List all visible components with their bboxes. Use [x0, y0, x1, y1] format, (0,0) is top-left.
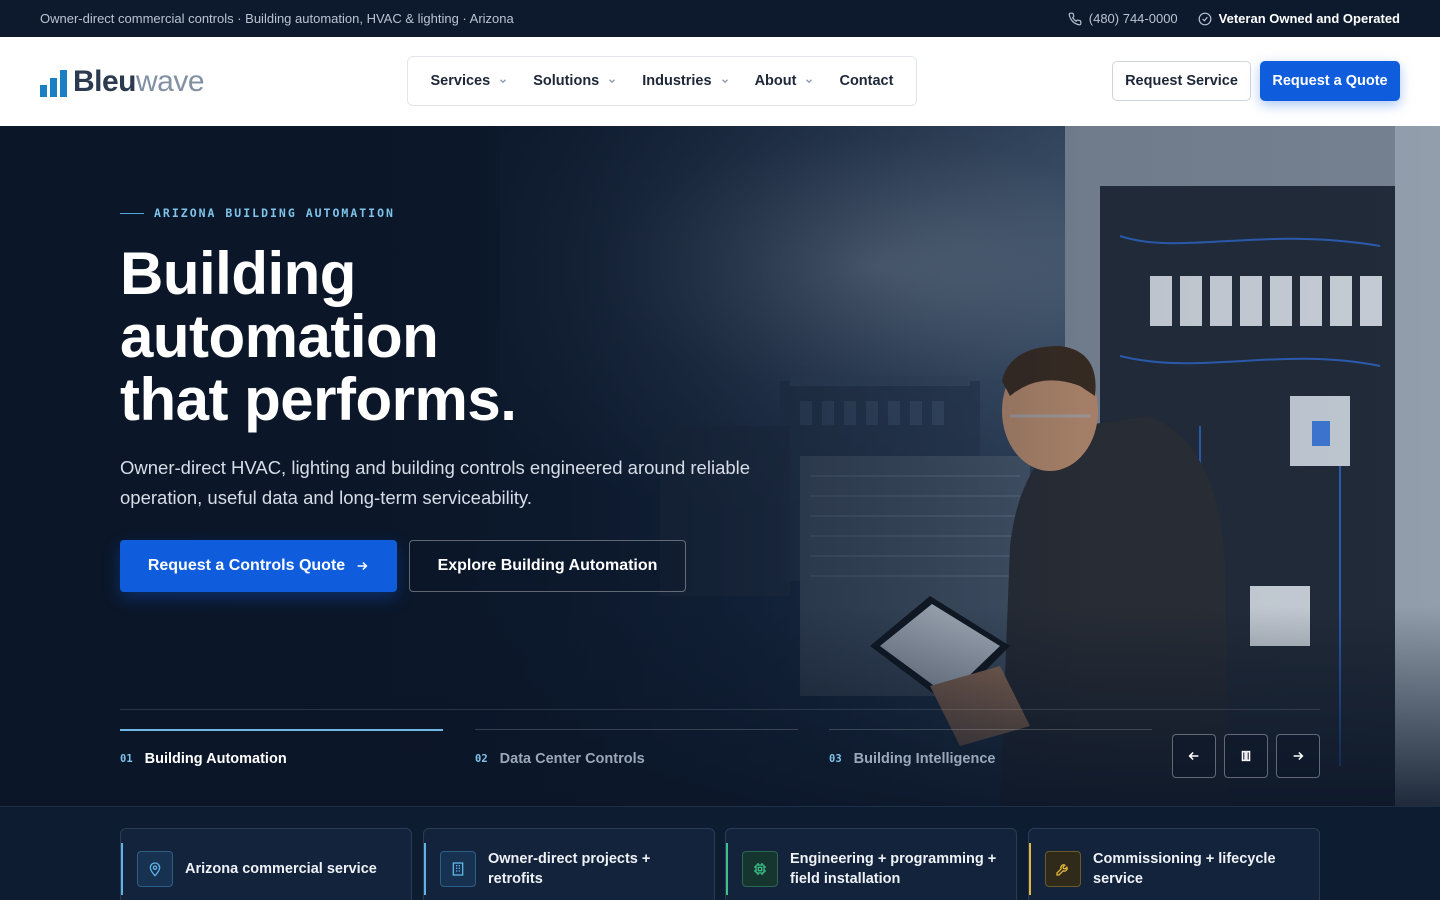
hero-title-line-1: Building	[120, 240, 356, 307]
chevron-down-icon	[806, 79, 813, 84]
slide-next-button[interactable]	[1276, 734, 1320, 778]
logo-text: Bleuwave	[73, 65, 205, 98]
hero-title-line-2: automation	[120, 303, 439, 370]
request-quote-button[interactable]: Request a Quote	[1260, 61, 1400, 101]
hero-title-line-3: that performs.	[120, 366, 517, 433]
hero-subtitle: Owner-direct HVAC, lighting and building…	[120, 457, 751, 508]
hero-title: Building automation that performs.	[120, 242, 720, 431]
pause-icon	[1241, 750, 1251, 762]
phone-number: (480) 744-0000	[1088, 11, 1178, 26]
feature-text: Commissioning + lifecycle service	[1093, 851, 1276, 887]
feature-card-arizona: Arizona commercial service	[120, 828, 412, 900]
slide-tab-building-intelligence[interactable]: 03 Building Intelligence	[829, 709, 1152, 789]
logo[interactable]: Bleuwave	[40, 65, 205, 99]
veteran-badge: Veteran Owned and Operated	[1198, 11, 1400, 26]
slide-tab-data-center[interactable]: 02 Data Center Controls	[475, 709, 798, 789]
phone-icon	[1068, 12, 1082, 25]
feature-card-owner-direct: Owner-direct projects + retrofits	[423, 828, 715, 900]
hero-section: ARIZONA BUILDING AUTOMATION Building aut…	[0, 126, 1440, 806]
slide-progress-bar	[829, 729, 1152, 730]
nav-item-services[interactable]: Services	[431, 73, 509, 89]
utility-tagline: Owner-direct commercial controls · Build…	[40, 11, 514, 26]
site-header: Bleuwave Services Solutions Industries A…	[0, 37, 1440, 126]
chip-icon	[742, 851, 778, 887]
nav-item-industries[interactable]: Industries	[642, 73, 729, 89]
feature-text: Arizona commercial service	[185, 861, 377, 877]
controls-quote-button[interactable]: Request a Controls Quote	[120, 540, 397, 592]
card-accent	[1029, 843, 1031, 895]
request-service-button[interactable]: Request Service	[1112, 61, 1251, 101]
slide-tab-building-automation[interactable]: 01 Building Automation	[120, 709, 443, 789]
nav-item-solutions[interactable]: Solutions	[533, 73, 617, 89]
utility-right: (480) 744-0000 Veteran Owned and Operate…	[1068, 11, 1400, 26]
main-nav: Services Solutions Industries About Cont…	[407, 56, 917, 106]
hero-eyebrow: ARIZONA BUILDING AUTOMATION	[120, 206, 395, 220]
eyebrow-line	[120, 212, 144, 214]
chevron-down-icon	[721, 79, 728, 84]
explore-automation-button[interactable]: Explore Building Automation	[409, 540, 686, 592]
check-circle-icon	[1198, 12, 1212, 25]
building-icon	[440, 851, 476, 887]
arrow-right-icon	[1293, 751, 1304, 761]
card-accent	[726, 843, 728, 895]
veteran-badge-label: Veteran Owned and Operated	[1218, 11, 1400, 26]
slide-progress-bar	[475, 729, 798, 730]
slide-pause-button[interactable]	[1224, 734, 1268, 778]
wrench-icon	[1045, 851, 1081, 887]
feature-strip: Arizona commercial service Owner-direct …	[0, 806, 1440, 900]
phone-link[interactable]: (480) 744-0000	[1068, 11, 1178, 26]
feature-text: Owner-direct projects + retrofits	[488, 851, 651, 887]
chevron-down-icon	[500, 79, 507, 84]
utility-bar: Owner-direct commercial controls · Build…	[0, 0, 1440, 37]
map-pin-icon	[137, 851, 173, 887]
card-accent	[121, 843, 123, 895]
arrow-right-icon	[357, 561, 368, 571]
feature-card-commissioning: Commissioning + lifecycle service	[1028, 828, 1320, 900]
feature-text: Engineering + programming + field instal…	[790, 851, 997, 887]
chevron-down-icon	[609, 79, 616, 84]
slide-progress-bar	[120, 729, 443, 731]
nav-item-contact[interactable]: Contact	[839, 73, 893, 89]
slide-prev-button[interactable]	[1172, 734, 1216, 778]
arrow-left-icon	[1188, 751, 1199, 761]
nav-item-about[interactable]: About	[755, 73, 815, 89]
feature-card-engineering: Engineering + programming + field instal…	[725, 828, 1017, 900]
card-accent	[424, 843, 426, 895]
logo-bars-icon	[40, 67, 67, 97]
